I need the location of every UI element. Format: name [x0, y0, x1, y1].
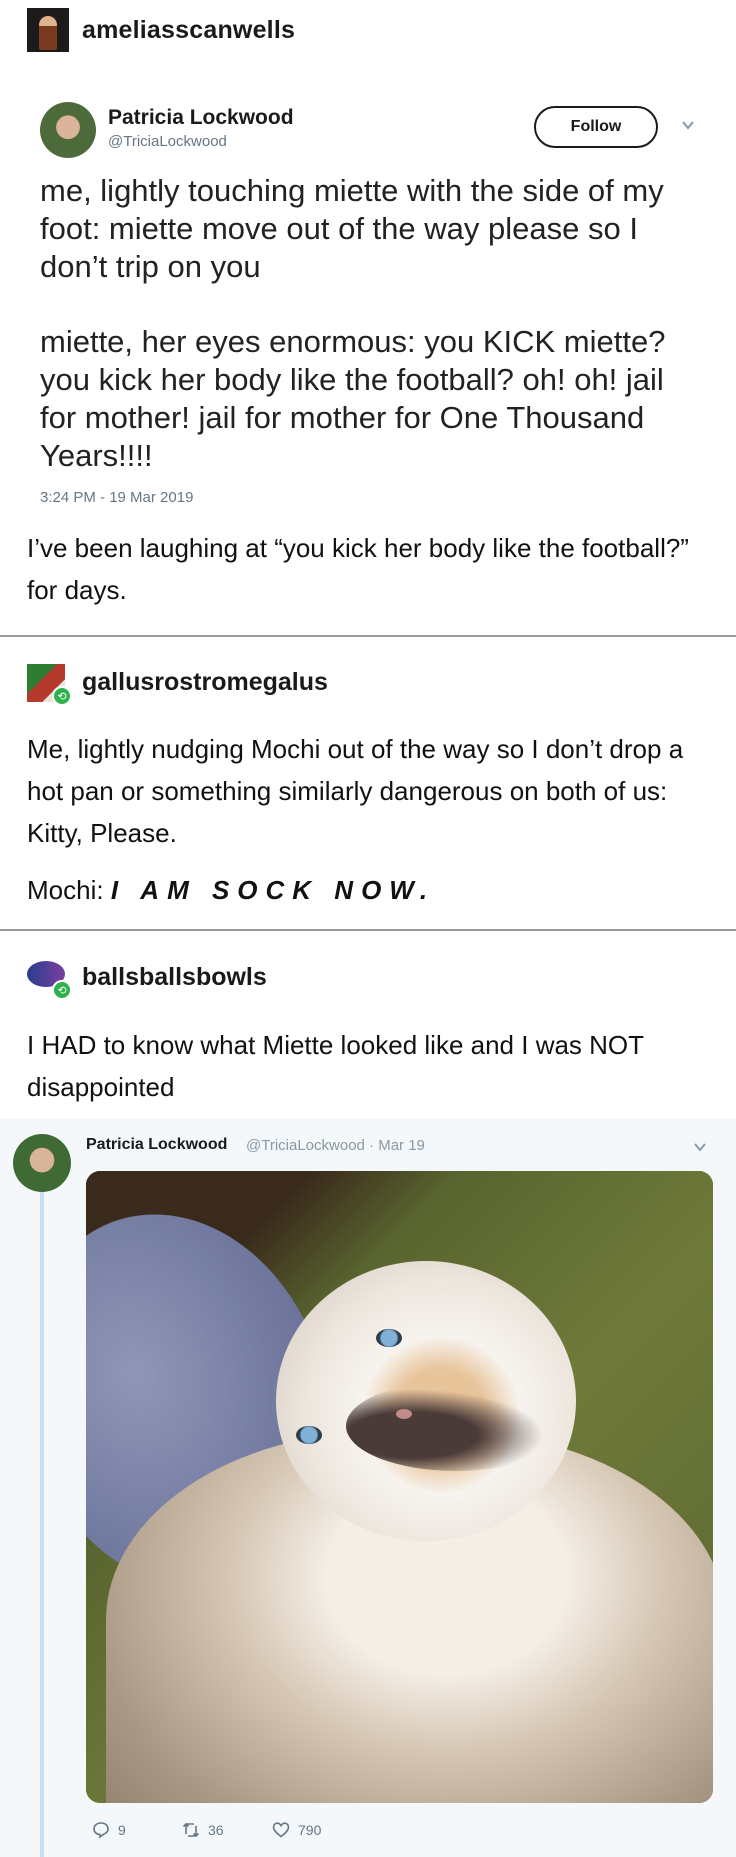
- user-avatar[interactable]: [27, 8, 69, 52]
- retweet-button[interactable]: 36: [182, 1821, 224, 1839]
- reblog-text: I HAD to know what Miette looked like an…: [27, 1030, 644, 1102]
- follow-button[interactable]: Follow: [534, 106, 658, 148]
- tweet-author-avatar[interactable]: [40, 102, 96, 158]
- divider: [0, 635, 736, 637]
- post-username[interactable]: ameliasscanwells: [82, 16, 295, 45]
- divider: [0, 929, 736, 931]
- cat-photo[interactable]: [86, 1171, 713, 1803]
- reblogger-username[interactable]: gallusrostromegalus: [82, 668, 328, 697]
- tweet-timestamp[interactable]: 3:24 PM - 19 Mar 2019: [40, 489, 193, 506]
- tweet-author-avatar[interactable]: [13, 1134, 71, 1192]
- tweet-author-name[interactable]: Patricia Lockwood: [108, 106, 294, 130]
- reblog-text-emphasis: I AM SOCK NOW.: [110, 875, 436, 905]
- post-comment: I’ve been laughing at “you kick her body…: [27, 533, 689, 605]
- reblog-text: Me, lightly nudging Mochi out of the way…: [27, 734, 684, 848]
- chevron-down-icon[interactable]: [693, 1140, 707, 1154]
- tweet-handle-date[interactable]: @TriciaLockwood · Mar 19: [246, 1137, 425, 1154]
- reblogger-username[interactable]: ballsballsbowls: [82, 963, 267, 992]
- chevron-down-icon[interactable]: [681, 118, 695, 132]
- reblog-text-prefix: Mochi:: [27, 875, 111, 905]
- heart-icon: [272, 1822, 290, 1838]
- retweet-count: 36: [208, 1822, 224, 1838]
- reblog-icon: ⟲: [52, 980, 72, 1000]
- tweet-text-paragraph: me, lightly touching miette with the sid…: [40, 173, 664, 284]
- tweet-author-name[interactable]: Patricia Lockwood: [86, 1136, 227, 1154]
- reply-icon: [93, 1822, 109, 1839]
- reblog-text-line: Mochi: I AM SOCK NOW.: [27, 869, 717, 911]
- tweet-text-paragraph: miette, her eyes enormous: you KICK miet…: [40, 324, 666, 473]
- like-count: 790: [298, 1822, 322, 1838]
- reply-count: 9: [118, 1822, 126, 1838]
- reply-button[interactable]: 9: [92, 1821, 126, 1839]
- thread-line: [40, 1190, 44, 1857]
- like-button[interactable]: 790: [272, 1821, 321, 1839]
- retweet-icon: [182, 1822, 200, 1838]
- tweet-author-handle[interactable]: @TriciaLockwood: [108, 133, 227, 150]
- reblog-icon: ⟲: [52, 686, 72, 706]
